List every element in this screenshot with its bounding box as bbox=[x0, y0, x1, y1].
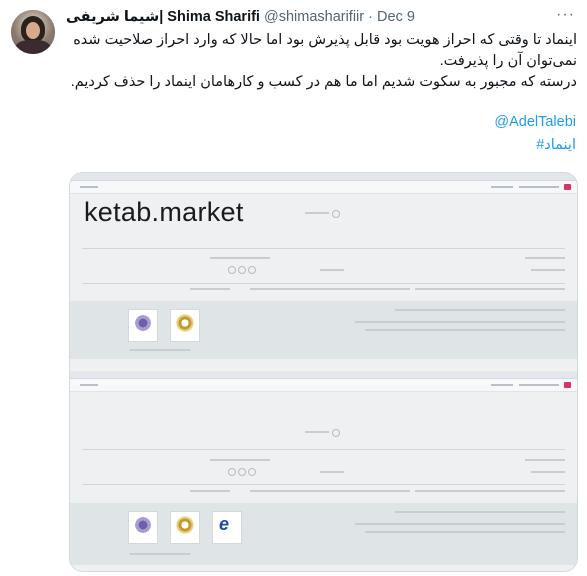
hashtag-link[interactable]: #اینماد bbox=[536, 137, 576, 153]
site-navbar bbox=[70, 181, 577, 194]
site-logo-icon bbox=[564, 382, 571, 388]
bookmarks-bar bbox=[70, 173, 577, 181]
separator: · bbox=[368, 9, 373, 25]
display-name[interactable]: شیما شریفی| Shima Sharifi bbox=[66, 9, 260, 25]
website-screenshot-before: ketab.market bbox=[70, 173, 577, 369]
mention-link[interactable]: @AdelTalebi bbox=[494, 114, 576, 130]
tweet-body-line: درسته که مجبور به سکوت شدیم اما ما هم در… bbox=[70, 74, 577, 90]
seal-badge-icon[interactable] bbox=[128, 309, 158, 342]
site-logo-icon bbox=[564, 184, 571, 190]
tweet-date[interactable]: Dec 9 bbox=[377, 9, 415, 25]
tweet-media-image[interactable]: ketab.market e bbox=[69, 172, 578, 572]
site-hero: ketab.market bbox=[70, 194, 577, 234]
website-screenshot-after: e bbox=[70, 371, 577, 571]
tweet-header: شیما شریفی| Shima Sharifi @shimasharifii… bbox=[66, 6, 575, 29]
site-navbar bbox=[70, 379, 577, 392]
tweet-body: اینماد تا وقتی که احراز هویت بود قابل پذ… bbox=[70, 30, 577, 93]
handle[interactable]: @shimasharifiir bbox=[264, 9, 364, 25]
site-title: ketab.market bbox=[84, 197, 244, 227]
tweet: شیما شریفی| Shima Sharifi @shimasharifii… bbox=[0, 0, 587, 576]
more-options-icon[interactable]: ··· bbox=[556, 6, 575, 24]
avatar[interactable] bbox=[11, 10, 55, 54]
tweet-body-line: اینماد تا وقتی که احراز هویت بود قابل پذ… bbox=[73, 32, 577, 48]
gold-badge-icon[interactable] bbox=[170, 511, 200, 544]
seal-badge-icon[interactable] bbox=[128, 511, 158, 544]
enamad-badge-icon[interactable]: e bbox=[212, 511, 242, 544]
gold-badge-icon[interactable] bbox=[170, 309, 200, 342]
bookmarks-bar bbox=[70, 371, 577, 379]
tweet-body-line: نمی‌توان آن را پذیرفت. bbox=[439, 53, 577, 69]
